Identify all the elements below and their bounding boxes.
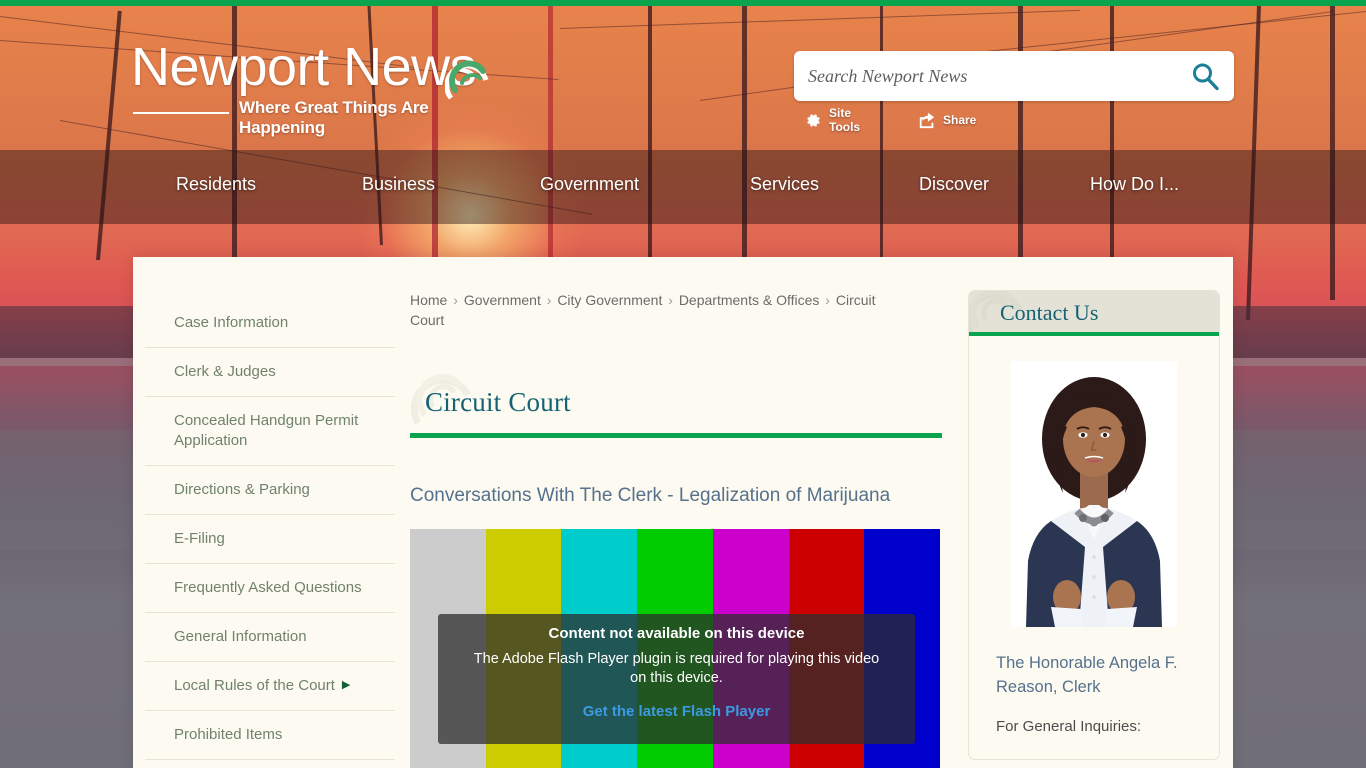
contact-us-card: Contact Us The Honorable Angela F. Reaso… — [968, 290, 1220, 760]
site-header: Newport News Where Great Things Are Happ… — [0, 6, 1366, 150]
title-underline — [410, 432, 942, 438]
gear-icon — [805, 112, 822, 129]
nav-items-container: Residents Business Government Services Disco… — [0, 150, 1366, 224]
nav-item-discover[interactable]: Discover — [919, 174, 989, 195]
nav-item-residents[interactable]: Residents — [176, 174, 256, 195]
sidebar-item-label: General Information — [174, 627, 307, 645]
contact-us-body: The Honorable Angela F. Reason, Clerk Fo… — [969, 336, 1219, 745]
content-panel: Case Information Clerk & Judges Concealed … — [133, 257, 1233, 768]
contact-column: Contact Us The Honorable Angela F. Reaso… — [968, 290, 1220, 760]
breadcrumb-item-home[interactable]: Home — [410, 292, 447, 308]
breadcrumb-separator: › — [449, 292, 462, 308]
logo-tagline: Where Great Things Are Happening — [239, 98, 429, 137]
sidebar-item-label: Prohibited Items — [174, 725, 283, 743]
sidebar-item-label: Clerk & Judges — [174, 363, 276, 381]
article-title-link[interactable]: Conversations With The Clerk - Legalizat… — [410, 485, 945, 507]
nav-item-services[interactable]: Services — [750, 174, 819, 195]
contact-us-title: Contact Us — [1000, 300, 1099, 325]
breadcrumb-separator: › — [821, 292, 834, 308]
sidebar-item-local-rules-of-the-court[interactable]: Local Rules of the Court ▶ — [145, 662, 395, 711]
chevron-right-icon[interactable]: ▶ — [342, 678, 350, 691]
sidebar-item-e-filing[interactable]: E-Filing — [145, 515, 395, 564]
main-column: Home › Government › City Government › De… — [410, 290, 945, 768]
section-sidebar: Case Information Clerk & Judges Concealed … — [145, 299, 395, 760]
sidebar-item-label: E-Filing — [174, 529, 225, 547]
breadcrumb-separator: › — [542, 292, 556, 308]
nav-item-government[interactable]: Government — [540, 174, 639, 195]
sidebar-item-frequently-asked-questions[interactable]: Frequently Asked Questions — [145, 564, 395, 613]
search-input[interactable] — [808, 51, 1178, 101]
share-label: Share — [943, 113, 977, 127]
main-navigation: Residents Business Government Services Disco… — [0, 150, 1366, 224]
nav-item-business[interactable]: Business — [362, 174, 435, 195]
top-accent-bar — [0, 0, 1366, 6]
nav-item-how-do-i[interactable]: How Do I... — [1090, 174, 1179, 195]
breadcrumb: Home › Government › City Government › De… — [410, 290, 880, 331]
site-tools-button[interactable]: Site Tools — [805, 106, 860, 134]
flash-unavailable-overlay: Content not available on this device The… — [438, 613, 915, 744]
site-tools-label: Site Tools — [829, 106, 861, 134]
sidebar-item-label: Concealed Handgun Permit Application — [174, 412, 359, 449]
page-title: Circuit Court — [425, 386, 571, 417]
share-button[interactable]: Share — [918, 110, 976, 130]
video-player[interactable]: Content not available on this device The… — [410, 528, 940, 768]
page-root: Newport News Where Great Things Are Happ… — [0, 0, 1366, 768]
sidebar-item-label: Frequently Asked Questions — [174, 578, 362, 596]
search-icon[interactable] — [1190, 61, 1220, 91]
sidebar-item-label: Local Rules of the Court — [174, 676, 335, 694]
search-box — [794, 51, 1234, 101]
clerk-portrait-photo — [1011, 361, 1177, 627]
breadcrumb-item-city-government[interactable]: City Government — [557, 292, 662, 308]
page-title-block: Circuit Court — [410, 373, 942, 438]
sidebar-item-label: Directions & Parking — [174, 480, 310, 498]
sidebar-item-directions-parking[interactable]: Directions & Parking — [145, 466, 395, 515]
sidebar-item-general-information[interactable]: General Information — [145, 613, 395, 662]
breadcrumb-item-departments-offices[interactable]: Departments & Offices — [679, 292, 820, 308]
get-flash-player-link[interactable]: Get the latest Flash Player — [583, 703, 771, 720]
sidebar-item-prohibited-items[interactable]: Prohibited Items — [145, 711, 395, 760]
clerk-name-link[interactable]: The Honorable Angela F. Reason, Clerk — [996, 652, 1192, 700]
logo-divider — [133, 112, 229, 114]
site-logo[interactable]: Newport News Where Great Things Are Happ… — [131, 28, 501, 137]
flash-overlay-title: Content not available on this device — [548, 624, 805, 642]
breadcrumb-item-government[interactable]: Government — [464, 292, 541, 308]
breadcrumb-separator: › — [664, 292, 677, 308]
flash-overlay-body: The Adobe Flash Player plugin is require… — [473, 650, 880, 687]
sidebar-item-concealed-handgun-permit-application[interactable]: Concealed Handgun Permit Application — [145, 397, 395, 466]
general-inquiries-label: For General Inquiries: — [996, 717, 1142, 735]
share-icon — [918, 111, 936, 129]
sidebar-item-clerk-judges[interactable]: Clerk & Judges — [145, 348, 395, 397]
sidebar-item-label: Case Information — [174, 314, 289, 332]
logo-title: Newport News — [131, 37, 477, 97]
sidebar-item-case-information[interactable]: Case Information — [145, 299, 395, 348]
contact-us-header: Contact Us — [969, 291, 1219, 336]
